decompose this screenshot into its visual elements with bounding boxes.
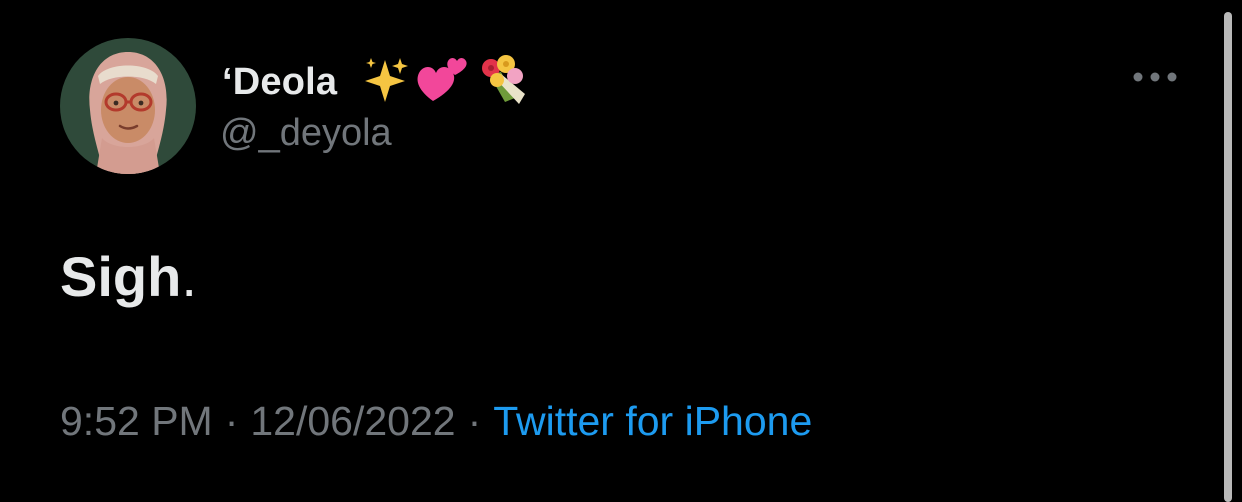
sparkles-emoji — [363, 56, 409, 109]
tweet-metadata: 9:52 PM · 12/06/2022 · Twitter for iPhone — [60, 398, 812, 445]
avatar[interactable] — [60, 38, 196, 174]
tweet-text-punctuation: . — [181, 245, 197, 308]
avatar-illustration — [60, 38, 196, 174]
tweet-time[interactable]: 9:52 PM — [60, 398, 213, 444]
two-hearts-emoji — [415, 55, 469, 110]
tweet-text-word: Sigh — [60, 245, 182, 308]
more-dots-icon — [1133, 72, 1177, 82]
tweet-date[interactable]: 12/06/2022 — [250, 398, 455, 444]
tweet-source-link[interactable]: Twitter for iPhone — [493, 398, 812, 444]
bouquet-emoji — [475, 54, 529, 111]
scrollbar[interactable] — [1224, 12, 1232, 502]
meta-separator: · — [467, 398, 482, 444]
more-options-button[interactable] — [1128, 62, 1182, 92]
author-handle[interactable]: @_deyola — [220, 112, 392, 155]
tweet-text: Sigh. — [60, 244, 197, 309]
meta-separator: · — [224, 398, 239, 444]
author-name-row[interactable]: ‘Deola — [222, 52, 529, 112]
author-display-name[interactable]: ‘Deola — [222, 61, 337, 104]
